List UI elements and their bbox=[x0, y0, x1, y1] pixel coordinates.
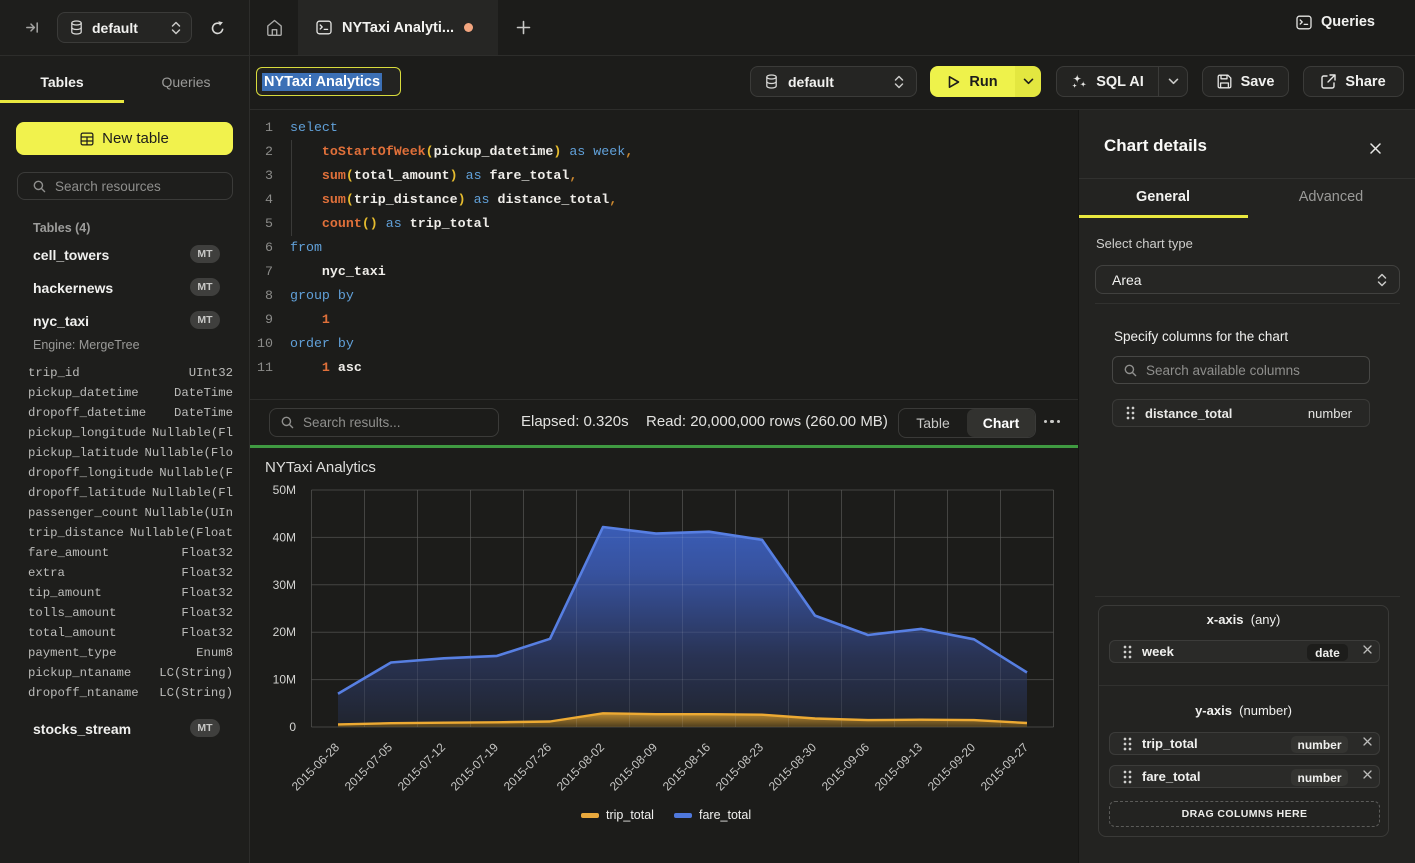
svg-text:30M: 30M bbox=[273, 578, 296, 592]
svg-text:40M: 40M bbox=[273, 530, 296, 544]
svg-text:2015-09-27: 2015-09-27 bbox=[978, 740, 1032, 794]
svg-text:2015-08-23: 2015-08-23 bbox=[713, 740, 767, 794]
svg-text:2015-08-09: 2015-08-09 bbox=[607, 740, 661, 794]
svg-text:20M: 20M bbox=[273, 625, 296, 639]
svg-text:2015-07-26: 2015-07-26 bbox=[501, 740, 555, 794]
svg-text:50M: 50M bbox=[273, 483, 296, 497]
svg-text:2015-08-16: 2015-08-16 bbox=[660, 740, 714, 794]
svg-text:2015-06-28: 2015-06-28 bbox=[289, 740, 343, 794]
svg-text:2015-08-30: 2015-08-30 bbox=[766, 740, 820, 794]
svg-text:10M: 10M bbox=[273, 673, 296, 687]
svg-text:2015-08-02: 2015-08-02 bbox=[554, 740, 608, 794]
svg-text:2015-07-05: 2015-07-05 bbox=[342, 740, 396, 794]
svg-text:2015-09-06: 2015-09-06 bbox=[819, 740, 873, 794]
svg-text:2015-09-13: 2015-09-13 bbox=[872, 740, 926, 794]
svg-text:2015-07-12: 2015-07-12 bbox=[395, 740, 449, 794]
svg-text:0: 0 bbox=[289, 720, 296, 734]
svg-text:2015-09-20: 2015-09-20 bbox=[925, 740, 979, 794]
svg-text:2015-07-19: 2015-07-19 bbox=[448, 740, 502, 794]
